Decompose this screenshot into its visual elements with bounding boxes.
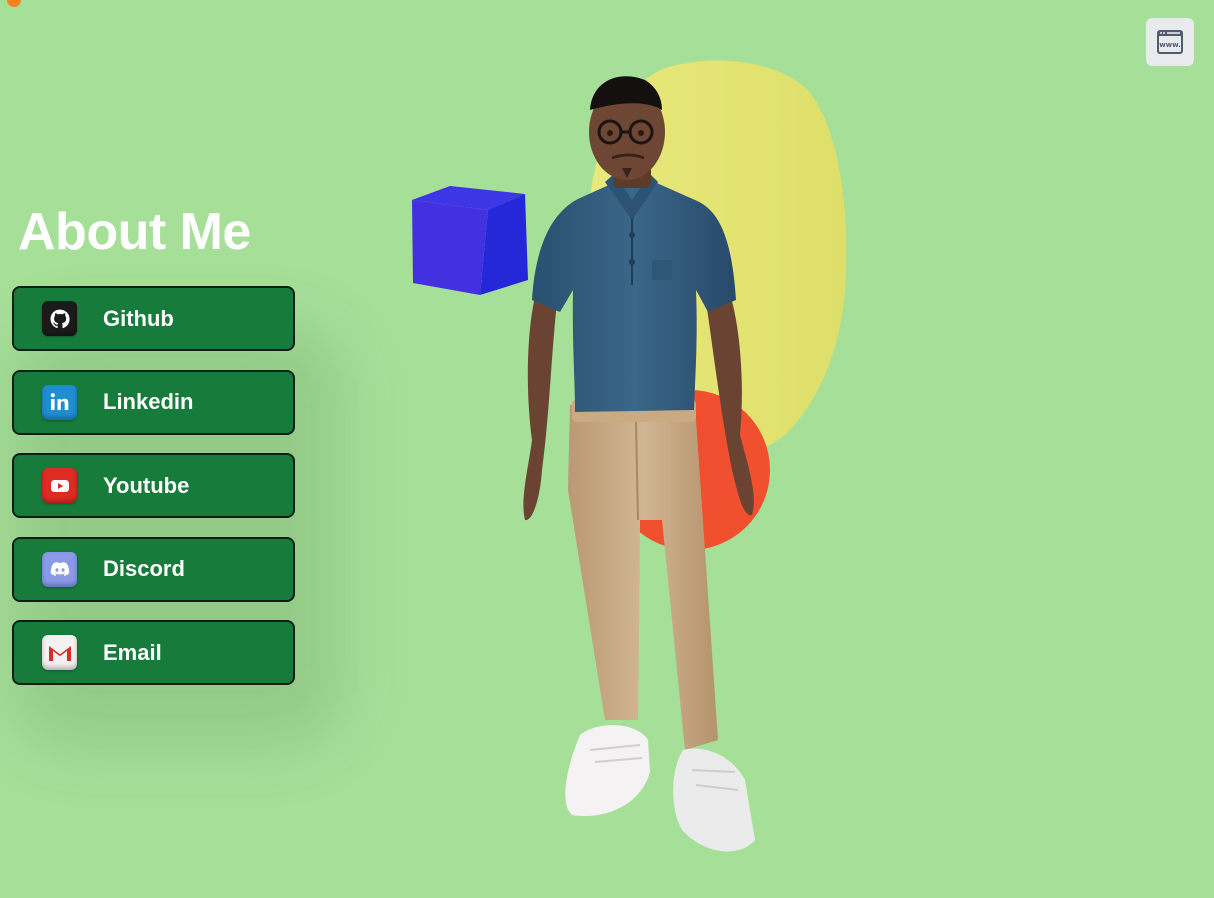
- email-link-label: Email: [103, 639, 162, 665]
- discord-link-button[interactable]: Discord: [12, 536, 295, 602]
- corner-status-dot: [7, 0, 21, 7]
- avatar-scene: [412, 60, 847, 852]
- page-title: About Me: [18, 203, 251, 261]
- blue-cube: [412, 186, 528, 295]
- browser-window-button[interactable]: www.: [1146, 18, 1194, 66]
- youtube-link-button[interactable]: Youtube: [12, 453, 295, 518]
- github-link-label: Github: [103, 305, 174, 331]
- youtube-link-label: Youtube: [103, 472, 190, 498]
- discord-icon: [42, 551, 77, 587]
- linkedin-icon: [42, 384, 77, 420]
- github-icon: [42, 301, 77, 336]
- linkedin-link-label: Linkedin: [103, 389, 194, 414]
- github-link-button[interactable]: Github: [12, 286, 295, 351]
- gmail-icon: [42, 635, 77, 670]
- email-link-button[interactable]: Email: [12, 620, 295, 685]
- linkedin-link-button[interactable]: Linkedin: [12, 369, 295, 435]
- discord-link-label: Discord: [103, 556, 185, 581]
- svg-text:www.: www.: [1159, 41, 1181, 49]
- browser-window-www-icon: www.: [1157, 30, 1183, 54]
- youtube-icon: [42, 468, 77, 503]
- social-links: Github Linkedin Youtube Discord Email: [12, 286, 295, 704]
